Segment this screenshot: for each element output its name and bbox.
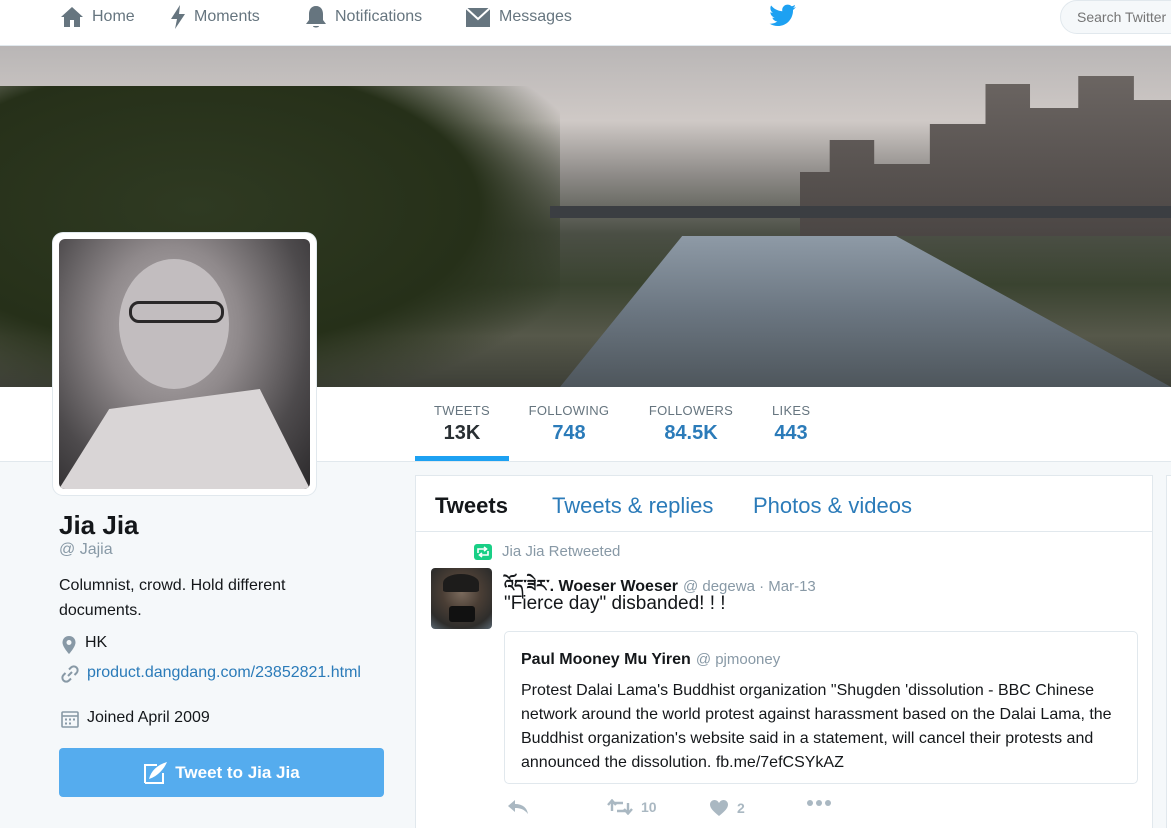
retweet-icon: [607, 799, 633, 815]
search-input[interactable]: [1060, 0, 1171, 34]
quoted-author-name: Paul Mooney Mu Yiren: [521, 651, 691, 668]
reply-button[interactable]: [507, 799, 537, 815]
tab-tweets-replies[interactable]: Tweets & replies: [552, 493, 713, 519]
retweet-context-text[interactable]: Jia Jia Retweeted: [502, 543, 620, 560]
stat-likes-value: 443: [774, 422, 808, 444]
stat-followers-label: FOLLOWERS: [648, 403, 734, 418]
right-sidebar-edge: [1166, 475, 1171, 828]
stat-tweets[interactable]: TWEETS 13K: [434, 403, 490, 445]
more-dots-icon: [807, 800, 831, 806]
nav-moments[interactable]: Moments: [170, 0, 260, 34]
like-button[interactable]: 2: [709, 799, 745, 817]
tweet-to-button[interactable]: Tweet to Jia Jia: [59, 748, 384, 797]
stat-likes[interactable]: LIKES 443: [772, 403, 810, 445]
nav-messages-label: Messages: [499, 8, 572, 25]
bell-icon: [306, 6, 326, 28]
nav-home-label: Home: [92, 8, 135, 25]
timeline-panel: Tweets Tweets & replies Photos & videos …: [415, 475, 1153, 828]
nav-notifications-label: Notifications: [335, 8, 423, 25]
profile-location: HK: [61, 634, 107, 655]
profile-joined: Joined April 2009: [61, 709, 210, 728]
nav-messages[interactable]: Messages: [465, 0, 572, 34]
nav-moments-label: Moments: [194, 8, 260, 25]
more-button[interactable]: [806, 799, 840, 807]
quoted-tweet-header: Paul Mooney Mu Yiren @ pjmooney: [521, 651, 780, 669]
stat-likes-label: LIKES: [772, 403, 811, 418]
envelope-icon: [465, 7, 491, 27]
retweet-button[interactable]: 10: [607, 799, 657, 815]
stat-followers[interactable]: FOLLOWERS 84.5K: [648, 403, 734, 445]
link-icon: [61, 665, 79, 683]
retweet-count: 10: [641, 799, 657, 815]
profile-joined-text: Joined April 2009: [87, 709, 210, 726]
profile-handle[interactable]: @ Jajia: [59, 541, 113, 559]
nav-home[interactable]: Home: [60, 0, 135, 34]
profile-avatar[interactable]: [53, 233, 316, 495]
active-stat-underline: [415, 456, 509, 461]
stat-following-label: FOLLOWING: [528, 403, 610, 418]
twitter-bird-icon[interactable]: [769, 4, 797, 28]
top-nav: Home Moments Notifications Messages: [0, 0, 1171, 46]
avatar-photo: [59, 239, 310, 489]
tab-photos-videos[interactable]: Photos & videos: [753, 493, 912, 519]
nav-notifications[interactable]: Notifications: [305, 0, 422, 34]
profile-name: Jia Jia: [59, 510, 139, 540]
reply-icon: [508, 800, 528, 814]
quoted-tweet-text: Protest Dalai Lama's Buddhist organizati…: [521, 682, 1112, 771]
tab-tweets[interactable]: Tweets: [435, 493, 508, 519]
retweet-context: Jia Jia Retweeted: [474, 543, 620, 560]
lightning-icon: [171, 5, 185, 29]
stat-followers-value: 84.5K: [664, 422, 718, 444]
tweet-text: "Fierce day" disbanded! ! !: [504, 593, 726, 614]
tweet-author-avatar[interactable]: [431, 568, 492, 629]
stat-tweets-value: 13K: [443, 422, 481, 444]
profile-url-link[interactable]: product.dangdang.com/23852821.html: [87, 664, 387, 682]
quoted-tweet[interactable]: Paul Mooney Mu Yiren @ pjmooney Protest …: [504, 631, 1138, 784]
calendar-icon: [61, 711, 79, 728]
compose-icon: [144, 761, 168, 784]
tweet-actions: 10 2: [504, 799, 924, 823]
heart-icon: [710, 800, 728, 816]
timeline-tabs: Tweets Tweets & replies Photos & videos: [416, 476, 1152, 532]
home-icon: [61, 7, 83, 27]
quoted-author-handle: @ pjmooney: [695, 651, 781, 668]
profile-bio: Columnist, crowd. Hold different documen…: [59, 577, 286, 619]
stat-following-value: 748: [552, 422, 586, 444]
like-count: 2: [737, 800, 745, 816]
location-pin-icon: [62, 636, 76, 654]
profile-url: product.dangdang.com/23852821.html: [61, 664, 387, 683]
profile-location-text: HK: [85, 634, 108, 651]
retweet-badge-icon: [474, 543, 492, 560]
stat-tweets-label: TWEETS: [434, 403, 490, 418]
tweet-to-button-label: Tweet to Jia Jia: [175, 762, 300, 782]
stat-following[interactable]: FOLLOWING 748: [527, 403, 611, 445]
